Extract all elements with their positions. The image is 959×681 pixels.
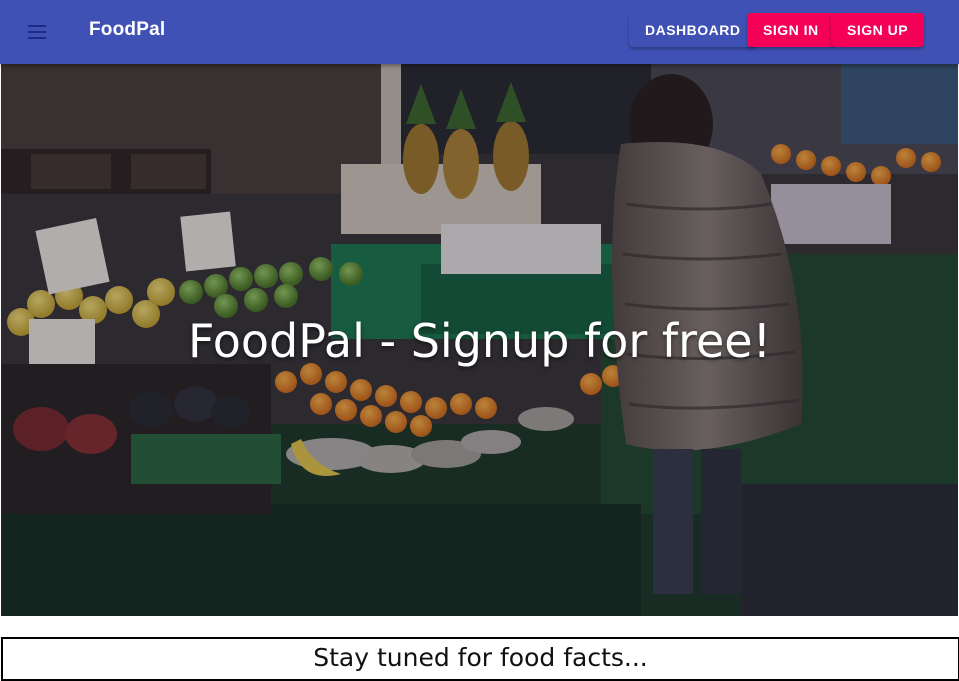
- sign-in-button[interactable]: SIGN IN: [747, 13, 835, 47]
- sign-up-button[interactable]: SIGN UP: [831, 13, 925, 47]
- dashboard-button[interactable]: DASHBOARD: [629, 13, 757, 47]
- hero-title: FoodPal - Signup for free!: [187, 314, 772, 368]
- hamburger-menu-icon[interactable]: [23, 18, 51, 46]
- hero-banner: FoodPal - Signup for free!: [1, 64, 958, 616]
- food-facts-box: Stay tuned for food facts...: [1, 637, 959, 681]
- brand-title[interactable]: FoodPal: [89, 19, 165, 41]
- food-facts-text: Stay tuned for food facts...: [313, 643, 648, 672]
- app-bar: FoodPal DASHBOARD SIGN IN SIGN UP: [0, 0, 959, 64]
